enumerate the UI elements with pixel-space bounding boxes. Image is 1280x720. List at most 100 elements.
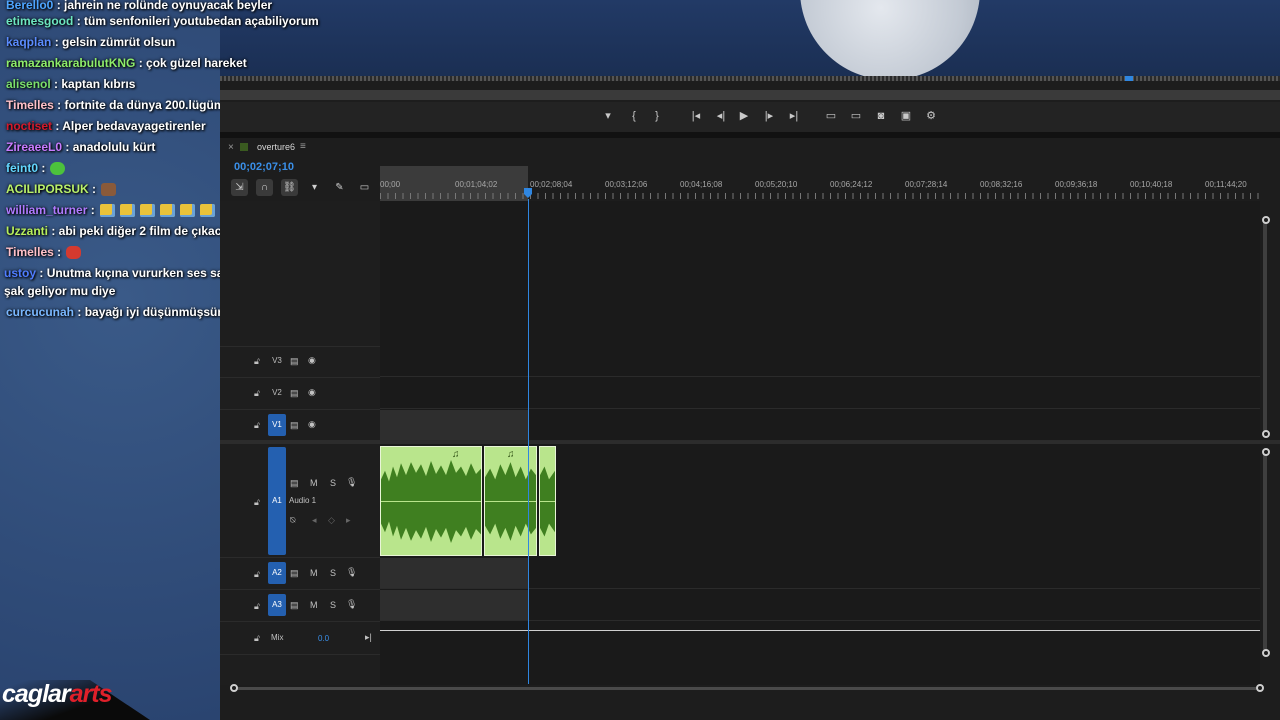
- sync-lock-icon[interactable]: ▤: [290, 388, 299, 399]
- mute-button[interactable]: M: [310, 478, 318, 488]
- sync-lock-icon[interactable]: ▤: [290, 600, 299, 611]
- sync-lock-icon[interactable]: ▤: [290, 478, 299, 489]
- track-label-v3[interactable]: V3: [268, 350, 286, 372]
- microphone-icon[interactable]: 🎙︎: [346, 477, 357, 488]
- track-label-a3[interactable]: A3: [268, 594, 286, 616]
- chat-username[interactable]: Uzzanti: [6, 224, 48, 238]
- lock-icon[interactable]: 🔓︎: [254, 356, 260, 367]
- sync-lock-icon[interactable]: ▤: [290, 356, 299, 367]
- add-keyframe-icon[interactable]: ◇: [328, 515, 335, 526]
- scroll-handle[interactable]: [1262, 448, 1270, 456]
- chat-username[interactable]: etimesgood: [6, 14, 73, 28]
- track-v2[interactable]: [380, 378, 1260, 409]
- tab-sequence[interactable]: overture6: [257, 142, 295, 152]
- compare-view-icon[interactable]: ▣: [896, 107, 916, 125]
- play-icon[interactable]: ▶: [734, 107, 754, 125]
- solo-button[interactable]: S: [330, 600, 336, 610]
- export-frame-icon[interactable]: ◙: [871, 107, 891, 125]
- lift-icon[interactable]: ▭: [821, 107, 841, 125]
- track-v1[interactable]: [380, 410, 1260, 441]
- step-back-icon[interactable]: ◂|: [711, 107, 731, 125]
- mute-button[interactable]: M: [310, 600, 318, 610]
- eye-icon[interactable]: ◉: [308, 419, 316, 430]
- monitor-scrub-strip[interactable]: [220, 76, 1280, 81]
- go-to-out-icon[interactable]: ▸|: [784, 107, 804, 125]
- zoom-handle-right[interactable]: [1256, 684, 1264, 692]
- track-label-a1[interactable]: A1: [268, 447, 286, 555]
- playhead-timecode[interactable]: 00;02;07;10: [234, 161, 294, 173]
- chat-username[interactable]: ramazankarabulutKNG: [6, 56, 135, 70]
- mark-in-icon[interactable]: {: [624, 107, 644, 125]
- lock-icon[interactable]: 🔓︎: [254, 569, 260, 580]
- go-to-in-icon[interactable]: |◂: [686, 107, 706, 125]
- chat-username[interactable]: Timelles: [6, 98, 54, 112]
- audio-clip[interactable]: [539, 446, 556, 556]
- nest-icon[interactable]: ⇲: [231, 179, 248, 196]
- microphone-icon[interactable]: 🎙︎: [346, 599, 357, 610]
- chat-username[interactable]: ACILIPORSUK: [6, 182, 89, 196]
- scroll-handle[interactable]: [1262, 430, 1270, 438]
- scroll-handle[interactable]: [1262, 649, 1270, 657]
- chat-username[interactable]: noctiset: [6, 119, 52, 133]
- chat-username[interactable]: curcucunah: [6, 305, 74, 319]
- extract-icon[interactable]: ▭: [846, 107, 866, 125]
- button-editor-icon[interactable]: ⚙: [921, 107, 941, 125]
- scroll-track[interactable]: [236, 687, 1256, 690]
- mix-volume-value[interactable]: 0.0: [318, 634, 329, 643]
- track-name[interactable]: Audio 1: [289, 496, 316, 505]
- add-marker-tool-icon[interactable]: ▾: [306, 179, 323, 196]
- lock-icon[interactable]: 🔓︎: [254, 497, 260, 508]
- microphone-icon[interactable]: 🎙︎: [346, 567, 357, 578]
- wrench-icon[interactable]: ✎: [331, 179, 348, 196]
- chat-username[interactable]: alisenol: [6, 77, 51, 91]
- monitor-scroll-bar[interactable]: [220, 90, 1280, 100]
- track-label-a2[interactable]: A2: [268, 562, 286, 584]
- add-marker-icon[interactable]: ▾: [598, 107, 618, 125]
- monitor-playhead[interactable]: [1125, 76, 1133, 81]
- chat-username[interactable]: william_turner: [6, 203, 87, 217]
- chat-username[interactable]: Timelles: [6, 245, 54, 259]
- chat-username[interactable]: feint0: [6, 161, 38, 175]
- mute-button[interactable]: M: [310, 568, 318, 578]
- solo-button[interactable]: S: [330, 478, 336, 488]
- chat-username[interactable]: Berello0: [6, 0, 53, 12]
- sync-lock-icon[interactable]: ▤: [290, 420, 299, 431]
- audio-clip[interactable]: ♫: [380, 446, 482, 556]
- audio-vertical-scrollbar[interactable]: [1263, 452, 1267, 652]
- linked-selection-icon[interactable]: ⛓: [281, 179, 298, 196]
- step-forward-icon[interactable]: |▸: [759, 107, 779, 125]
- panel-menu-icon[interactable]: ≡: [300, 141, 306, 152]
- track-a2[interactable]: [380, 558, 1260, 589]
- chat-username[interactable]: kaqplan: [6, 35, 51, 49]
- timeline-horizontal-scrollbar[interactable]: [230, 684, 1264, 692]
- chat-username[interactable]: ustoy: [4, 266, 36, 280]
- track-v3[interactable]: [380, 346, 1260, 377]
- track-label-v1[interactable]: V1: [268, 414, 286, 436]
- lock-icon[interactable]: 🔓︎: [254, 633, 260, 644]
- sync-lock-icon[interactable]: ▤: [290, 568, 299, 579]
- keyframe-options-icon[interactable]: ⍉: [290, 515, 295, 526]
- lock-icon[interactable]: 🔓︎: [254, 388, 260, 399]
- lock-icon[interactable]: 🔓︎: [254, 601, 260, 612]
- lock-icon[interactable]: 🔓︎: [254, 420, 260, 431]
- close-tab-icon[interactable]: ×: [228, 142, 234, 153]
- go-to-end-icon[interactable]: ▸|: [365, 632, 372, 643]
- next-keyframe-icon[interactable]: ▸: [346, 515, 351, 526]
- prev-keyframe-icon[interactable]: ◂: [312, 515, 317, 526]
- solo-button[interactable]: S: [330, 568, 336, 578]
- captions-icon[interactable]: ▭: [356, 179, 373, 196]
- audio-clip[interactable]: ♫: [484, 446, 537, 556]
- video-vertical-scrollbar[interactable]: [1263, 219, 1267, 434]
- snap-icon[interactable]: ∩: [256, 179, 273, 196]
- zoom-handle-left[interactable]: [230, 684, 238, 692]
- scroll-handle[interactable]: [1262, 216, 1270, 224]
- track-a3[interactable]: [380, 590, 1260, 621]
- playhead-line[interactable]: [528, 199, 529, 684]
- chat-username[interactable]: ZireaeeL0: [6, 140, 62, 154]
- eye-icon[interactable]: ◉: [308, 387, 316, 398]
- track-label-v2[interactable]: V2: [268, 382, 286, 404]
- time-ruler[interactable]: 00;00 00;01;04;02 00;02;08;04 00;03;12;06 00…: [380, 166, 1260, 201]
- mark-out-icon[interactable]: }: [647, 107, 667, 125]
- mix-volume-line[interactable]: [380, 630, 1260, 631]
- track-a1[interactable]: ♫ ♫: [380, 446, 1260, 556]
